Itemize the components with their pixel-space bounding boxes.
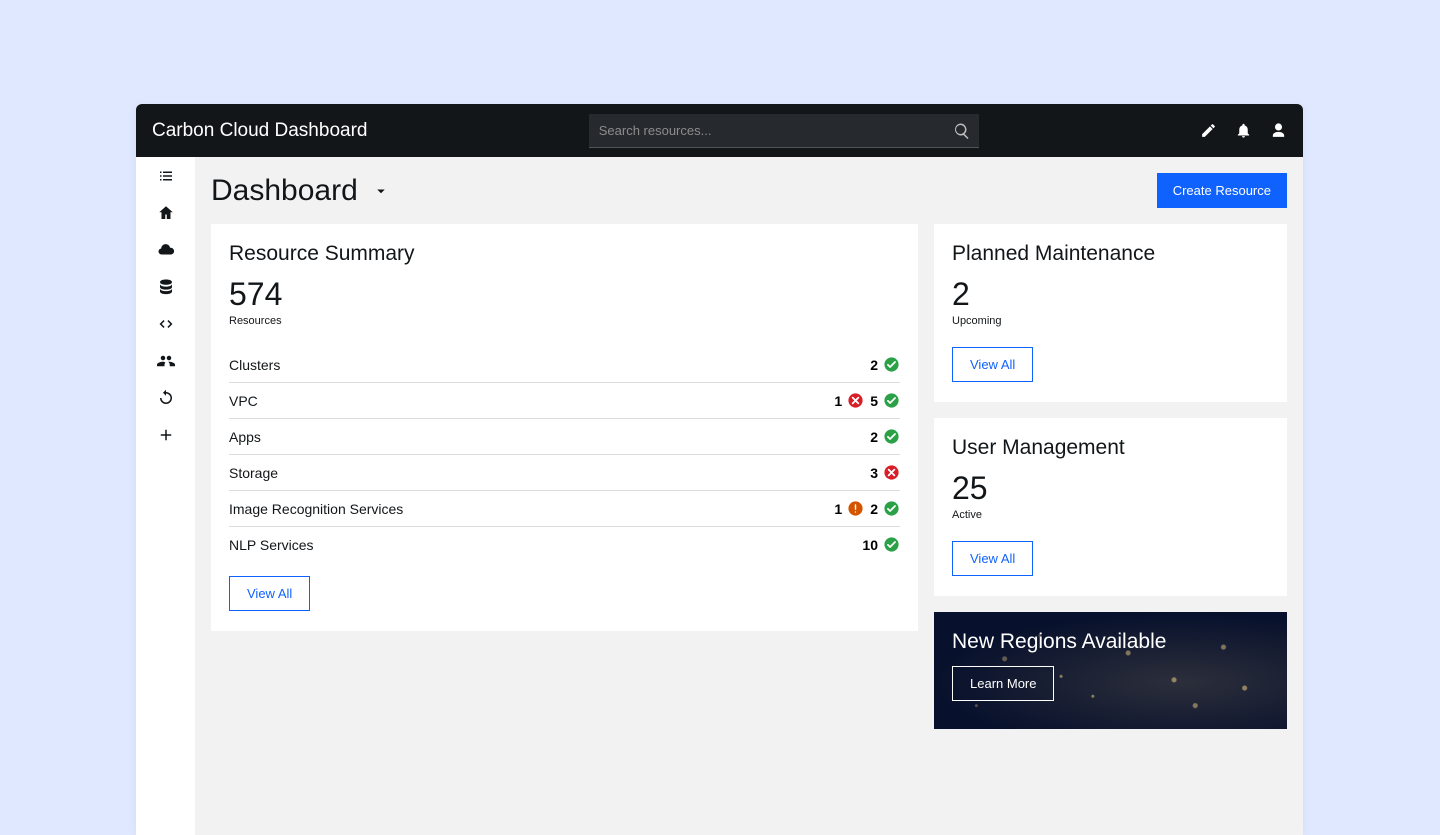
regions-learn-more-button[interactable]: Learn More bbox=[952, 666, 1054, 701]
resource-summary-card: Resource Summary 574 Resources Clusters 2… bbox=[211, 224, 918, 631]
status-group: 1 bbox=[834, 392, 864, 409]
status-count: 2 bbox=[870, 501, 878, 517]
maintenance-count: 2 bbox=[952, 276, 1269, 313]
user-mgmt-card: User Management 25 Active View All bbox=[934, 418, 1287, 596]
main: Dashboard Create Resource Resource Summa… bbox=[195, 157, 1303, 835]
sidebar-icon-code[interactable] bbox=[157, 315, 175, 338]
status-ok-icon bbox=[883, 428, 900, 445]
page-title-text: Dashboard bbox=[211, 174, 358, 208]
resource-row[interactable]: NLP Services 10 bbox=[229, 527, 900, 562]
resource-name: VPC bbox=[229, 393, 258, 409]
col-left: Resource Summary 574 Resources Clusters 2… bbox=[211, 224, 918, 729]
resource-status: 3 bbox=[870, 464, 900, 481]
user-label: Active bbox=[952, 509, 1269, 521]
status-count: 1 bbox=[834, 501, 842, 517]
resource-name: Apps bbox=[229, 429, 261, 445]
dashboard-columns: Resource Summary 574 Resources Clusters 2… bbox=[211, 224, 1287, 729]
status-ok-icon bbox=[883, 392, 900, 409]
status-count: 5 bbox=[870, 393, 878, 409]
status-count: 3 bbox=[870, 465, 878, 481]
resource-status: 12 bbox=[834, 500, 900, 517]
maintenance-view-all-button[interactable]: View All bbox=[952, 347, 1033, 382]
resource-status: 10 bbox=[862, 536, 900, 553]
resource-name: Image Recognition Services bbox=[229, 501, 403, 517]
maintenance-label: Upcoming bbox=[952, 315, 1269, 327]
user-mgmt-title: User Management bbox=[952, 436, 1269, 460]
topbar: Carbon Cloud Dashboard bbox=[136, 104, 1303, 157]
resource-view-all-button[interactable]: View All bbox=[229, 576, 310, 611]
resource-name: Clusters bbox=[229, 357, 280, 373]
status-group: 3 bbox=[870, 464, 900, 481]
status-group: 10 bbox=[862, 536, 900, 553]
search-input[interactable] bbox=[589, 114, 979, 148]
app-title: Carbon Cloud Dashboard bbox=[152, 120, 367, 142]
resource-status: 2 bbox=[870, 356, 900, 373]
status-count: 10 bbox=[862, 537, 878, 553]
status-ok-icon bbox=[883, 536, 900, 553]
resource-row[interactable]: Image Recognition Services12 bbox=[229, 491, 900, 527]
status-group: 2 bbox=[870, 356, 900, 373]
status-group: 2 bbox=[870, 500, 900, 517]
user-count: 25 bbox=[952, 470, 1269, 507]
regions-card: New Regions Available Learn More bbox=[934, 612, 1287, 729]
resource-rows: Clusters2VPC15Apps2Storage3Image Recogni… bbox=[229, 347, 900, 562]
resource-row[interactable]: Clusters 2 bbox=[229, 347, 900, 383]
sidebar-icon-refresh[interactable] bbox=[157, 389, 175, 412]
app-window: Carbon Cloud Dashboard bbox=[136, 104, 1303, 835]
topbar-actions bbox=[1200, 122, 1287, 139]
sidebar-icon-cloud[interactable] bbox=[157, 241, 175, 264]
user-view-all-button[interactable]: View All bbox=[952, 541, 1033, 576]
page-title[interactable]: Dashboard bbox=[211, 174, 390, 208]
search-icon[interactable] bbox=[953, 122, 971, 140]
regions-title: New Regions Available bbox=[952, 630, 1269, 654]
resource-total-label: Resources bbox=[229, 315, 900, 327]
sidebar-icon-add[interactable] bbox=[157, 426, 175, 449]
maintenance-card: Planned Maintenance 2 Upcoming View All bbox=[934, 224, 1287, 402]
status-group: 5 bbox=[870, 392, 900, 409]
sidebar-icon-list[interactable] bbox=[157, 167, 175, 190]
resource-name: Storage bbox=[229, 465, 278, 481]
sidebar bbox=[136, 157, 195, 835]
resource-row[interactable]: Storage 3 bbox=[229, 455, 900, 491]
sidebar-icon-users[interactable] bbox=[157, 352, 175, 375]
maintenance-title: Planned Maintenance bbox=[952, 242, 1269, 266]
status-count: 2 bbox=[870, 429, 878, 445]
col-right: Planned Maintenance 2 Upcoming View All … bbox=[934, 224, 1287, 729]
resource-status: 2 bbox=[870, 428, 900, 445]
status-error-icon bbox=[847, 392, 864, 409]
edit-icon[interactable] bbox=[1200, 122, 1217, 139]
status-warn-icon bbox=[847, 500, 864, 517]
resource-status: 15 bbox=[834, 392, 900, 409]
bell-icon[interactable] bbox=[1235, 122, 1252, 139]
status-ok-icon bbox=[883, 356, 900, 373]
sidebar-icon-database[interactable] bbox=[157, 278, 175, 301]
status-ok-icon bbox=[883, 500, 900, 517]
resource-row[interactable]: VPC15 bbox=[229, 383, 900, 419]
status-group: 2 bbox=[870, 428, 900, 445]
create-resource-button[interactable]: Create Resource bbox=[1157, 173, 1287, 208]
sidebar-icon-home[interactable] bbox=[157, 204, 175, 227]
status-group: 1 bbox=[834, 500, 864, 517]
resource-row[interactable]: Apps 2 bbox=[229, 419, 900, 455]
resource-total: 574 bbox=[229, 276, 900, 313]
resource-name: NLP Services bbox=[229, 537, 314, 553]
status-count: 1 bbox=[834, 393, 842, 409]
body: Dashboard Create Resource Resource Summa… bbox=[136, 157, 1303, 835]
user-icon[interactable] bbox=[1270, 122, 1287, 139]
status-count: 2 bbox=[870, 357, 878, 373]
chevron-down-icon bbox=[372, 182, 390, 200]
search-container bbox=[589, 114, 979, 148]
page-header: Dashboard Create Resource bbox=[211, 173, 1287, 208]
status-error-icon bbox=[883, 464, 900, 481]
resource-summary-title: Resource Summary bbox=[229, 242, 900, 266]
